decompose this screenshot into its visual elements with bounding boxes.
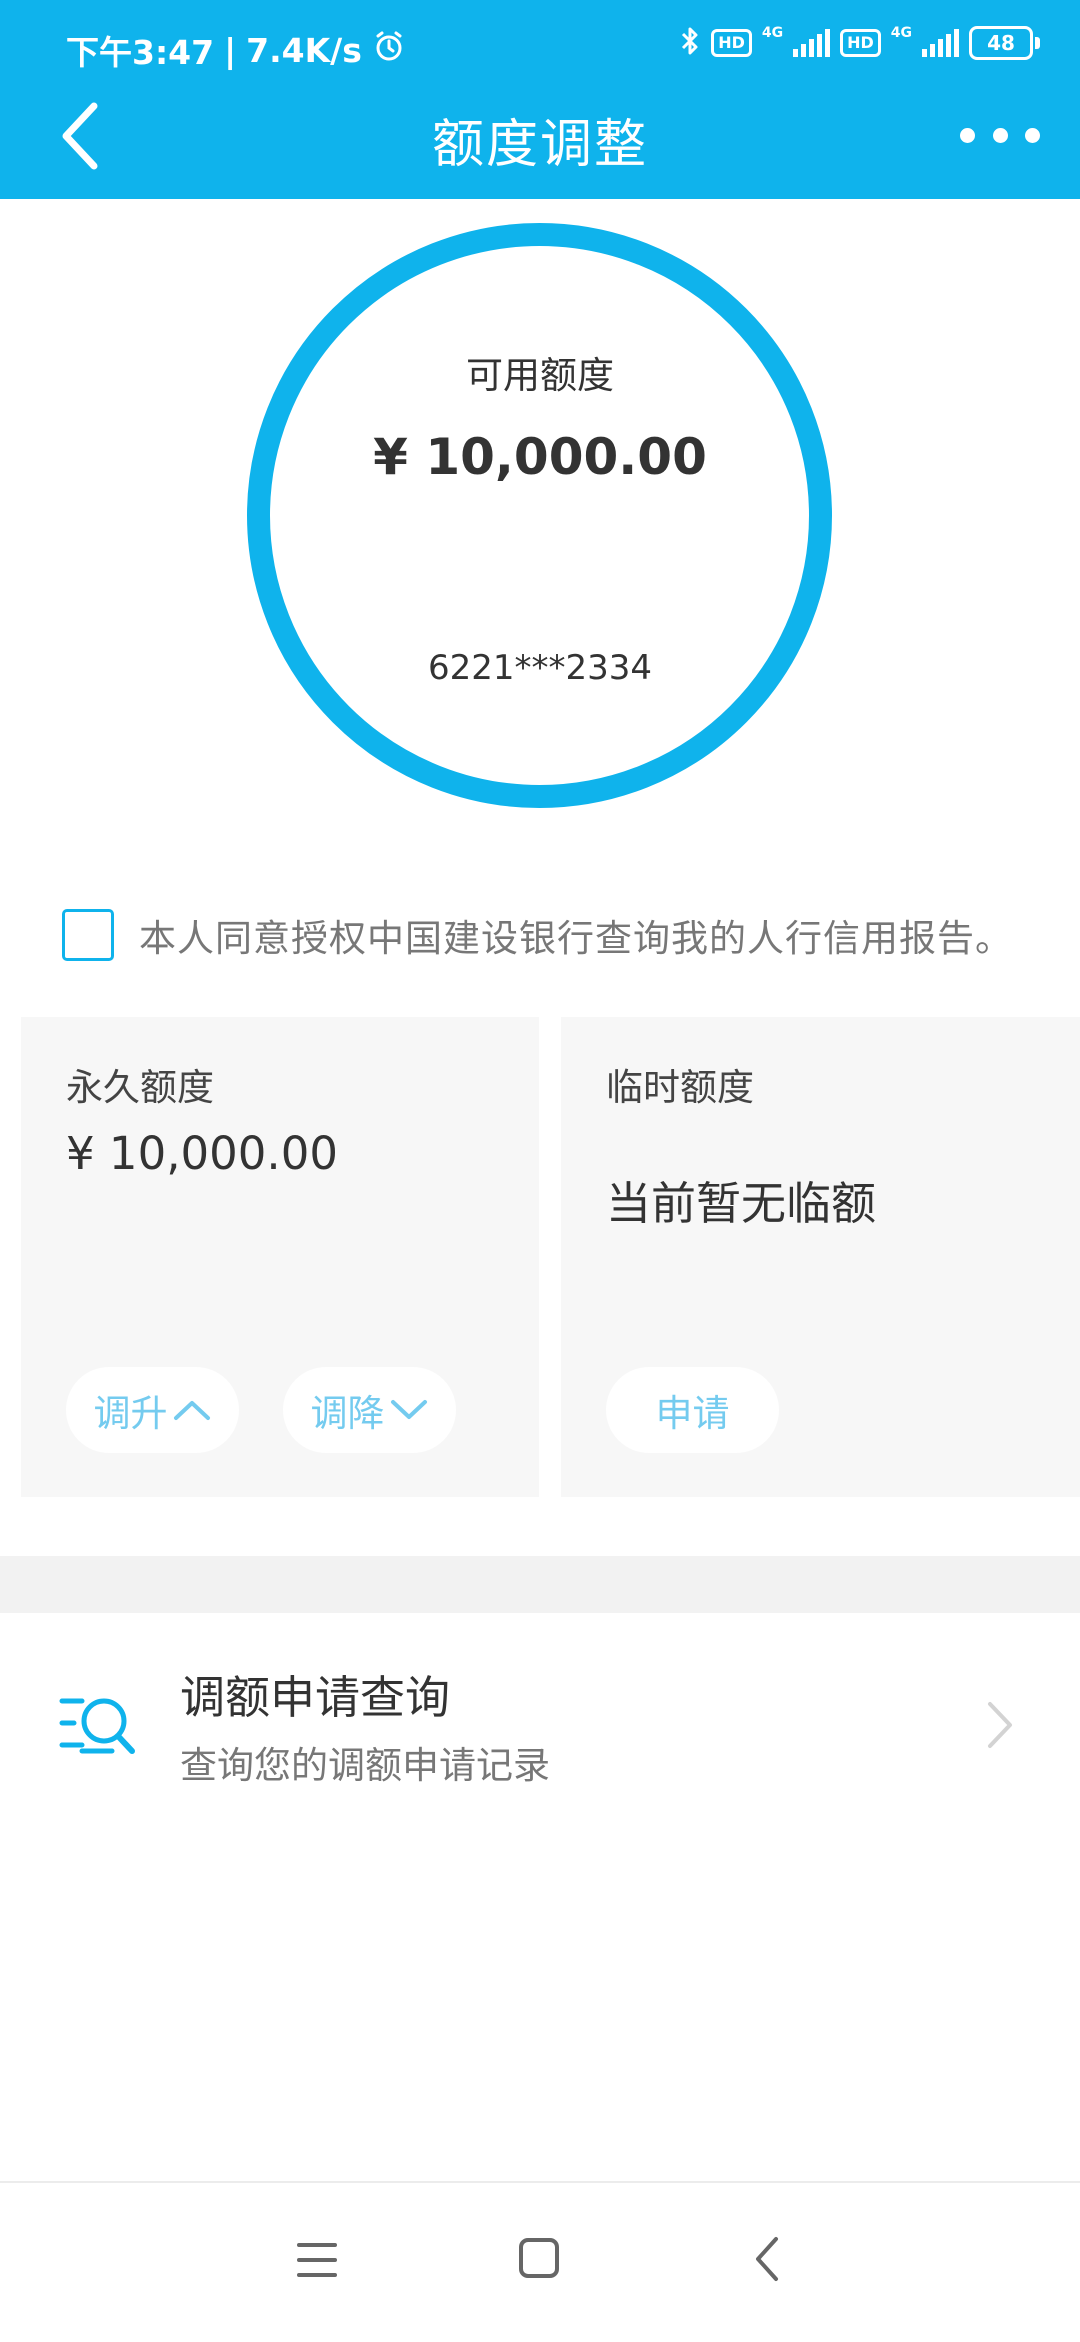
battery-level: 48 [969, 26, 1033, 60]
battery-icon: 48 [969, 26, 1040, 60]
adjustment-record-row[interactable]: 调额申请查询 查询您的调额申请记录 [0, 1613, 1080, 1833]
status-right: HD 4G HD 4G 48 [679, 24, 1040, 62]
increase-button[interactable]: 调升 [66, 1367, 239, 1453]
home-icon[interactable] [519, 2238, 559, 2278]
permanent-limit-title: 永久额度 [66, 1066, 214, 1109]
hd-badge-2: HD [840, 29, 881, 57]
signal-icon [793, 29, 831, 57]
available-limit-ring [247, 223, 832, 808]
section-divider [0, 1556, 1080, 1613]
system-navigation-bar [0, 2181, 1080, 2342]
search-list-icon [59, 1698, 135, 1754]
temporary-limit-card: 临时额度 当前暂无临额 申请 [561, 1017, 1080, 1497]
app-header: 下午3:47 | 7.4K/s HD 4G HD 4G 48 额度调整 [0, 0, 1080, 199]
status-time: 下午3:47 [66, 33, 215, 72]
page-title: 额度调整 [431, 115, 648, 175]
more-button[interactable] [960, 110, 1040, 160]
hd-badge-1: HD [711, 29, 752, 57]
bluetooth-icon [679, 24, 701, 62]
chevron-up-icon [173, 1401, 210, 1420]
more-icon [960, 127, 975, 143]
menu-icon[interactable] [297, 2239, 337, 2281]
alarm-icon [372, 29, 406, 71]
agreement-text: 本人同意授权中国建设银行查询我的人行信用报告。 [139, 917, 1013, 960]
apply-label: 申请 [655, 1392, 730, 1435]
agreement-row: 本人同意授权中国建设银行查询我的人行信用报告。 [62, 908, 1013, 962]
record-subtitle: 查询您的调额申请记录 [180, 1744, 550, 1787]
decrease-label: 调降 [310, 1392, 385, 1435]
network-speed: 7.4K/s [246, 30, 362, 70]
chevron-down-icon [390, 1400, 427, 1419]
card-number: 6221***2334 [427, 648, 653, 688]
permanent-limit-card: 永久额度 ¥ 10,000.00 调升 调降 [21, 1017, 539, 1497]
chevron-right-icon [988, 1702, 1012, 1748]
network-type-1: 4G [761, 25, 784, 41]
available-limit-amount: ¥ 10,000.00 [373, 428, 707, 486]
status-left: 下午3:47 | 7.4K/s [66, 26, 406, 74]
network-type-2: 4G [890, 25, 912, 41]
agreement-checkbox[interactable] [62, 909, 114, 961]
record-title: 调额申请查询 [180, 1671, 451, 1724]
permanent-limit-amount: ¥ 10,000.00 [66, 1127, 338, 1180]
back-icon[interactable] [754, 2235, 780, 2283]
decrease-button[interactable]: 调降 [283, 1367, 456, 1453]
available-limit-label: 可用额度 [466, 354, 614, 397]
status-separator: | [224, 30, 237, 70]
apply-button[interactable]: 申请 [606, 1367, 779, 1453]
temporary-limit-status: 当前暂无临额 [606, 1177, 877, 1230]
temporary-limit-title: 临时额度 [606, 1066, 754, 1109]
increase-label: 调升 [93, 1392, 168, 1435]
signal-icon [922, 29, 959, 57]
status-bar: 下午3:47 | 7.4K/s HD 4G HD 4G 48 [0, 0, 1080, 100]
